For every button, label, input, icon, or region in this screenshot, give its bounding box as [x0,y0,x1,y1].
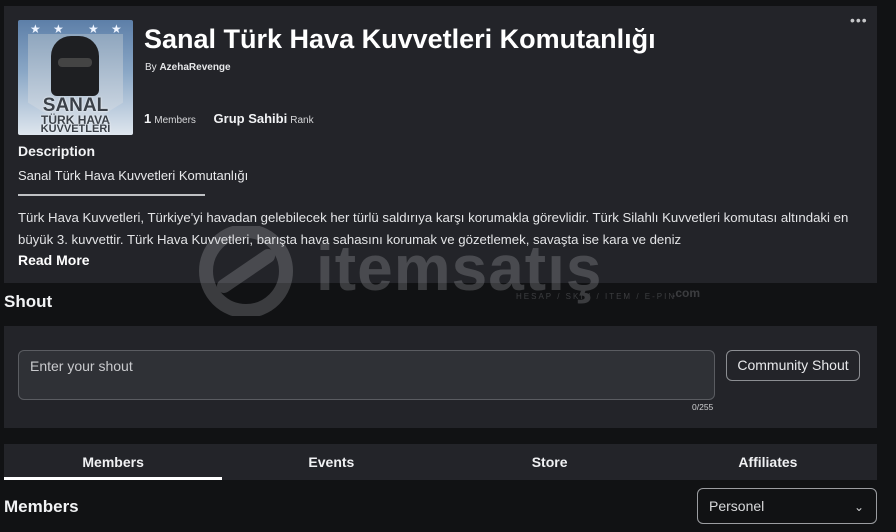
tab-members[interactable]: Members [4,444,223,480]
watermark-tagline: HESAP / SKIN / ITEM / E-PIN [516,292,677,301]
chevron-down-icon: ⌄ [853,500,864,514]
community-shout-button[interactable]: Community Shout [726,350,860,381]
star-icon: ★ [111,22,122,36]
group-stats: 1 Members Grup Sahibi Rank [144,111,314,126]
read-more-link[interactable]: Read More [18,252,90,268]
members-label: Members [154,115,196,126]
description-body: Türk Hava Kuvvetleri, Türkiye'yi havadan… [18,210,849,247]
pilot-goggles [58,58,92,67]
rank-name: Grup Sahibi [213,111,288,126]
owner-line: By AzehaRevenge [145,62,231,73]
group-header-card: ★ ★ ★ ★ SANAL TÜRK HAVA KUVVETLERİ Sanal… [4,6,877,283]
tab-events[interactable]: Events [222,444,440,480]
star-icon: ★ [88,22,99,36]
description-divider [18,194,205,196]
by-prefix: By [145,62,157,73]
description-first-line: Sanal Türk Hava Kuvvetleri Komutanlığı [18,168,249,183]
star-icon: ★ [53,22,64,36]
role-select-dropdown[interactable]: Personel ⌄ [697,488,877,524]
owner-link[interactable]: AzehaRevenge [159,62,230,73]
shout-card: Enter your shout 0/255 Community Shout [4,326,877,428]
more-options-icon[interactable]: ••• [850,12,868,28]
group-title: Sanal Türk Hava Kuvvetleri Komutanlığı [144,24,656,54]
shout-input[interactable]: Enter your shout [18,350,715,400]
members-heading: Members [4,497,79,516]
description-heading: Description [18,143,96,159]
tab-store[interactable]: Store [441,444,659,480]
watermark-suffix: .com [672,286,701,300]
member-count: 1 [144,111,152,126]
group-tabs: Members Events Store Affiliates [4,444,877,480]
shout-heading: Shout [4,292,53,311]
group-logo: ★ ★ ★ ★ SANAL TÜRK HAVA KUVVETLERİ [18,20,133,135]
role-select-value: Personel [709,498,765,514]
tab-affiliates[interactable]: Affiliates [659,444,877,480]
logo-text-line3: KUVVETLERİ [40,123,111,135]
rank-label: Rank [290,115,314,126]
shout-char-counter: 0/255 [692,402,714,412]
star-icon: ★ [30,22,41,36]
